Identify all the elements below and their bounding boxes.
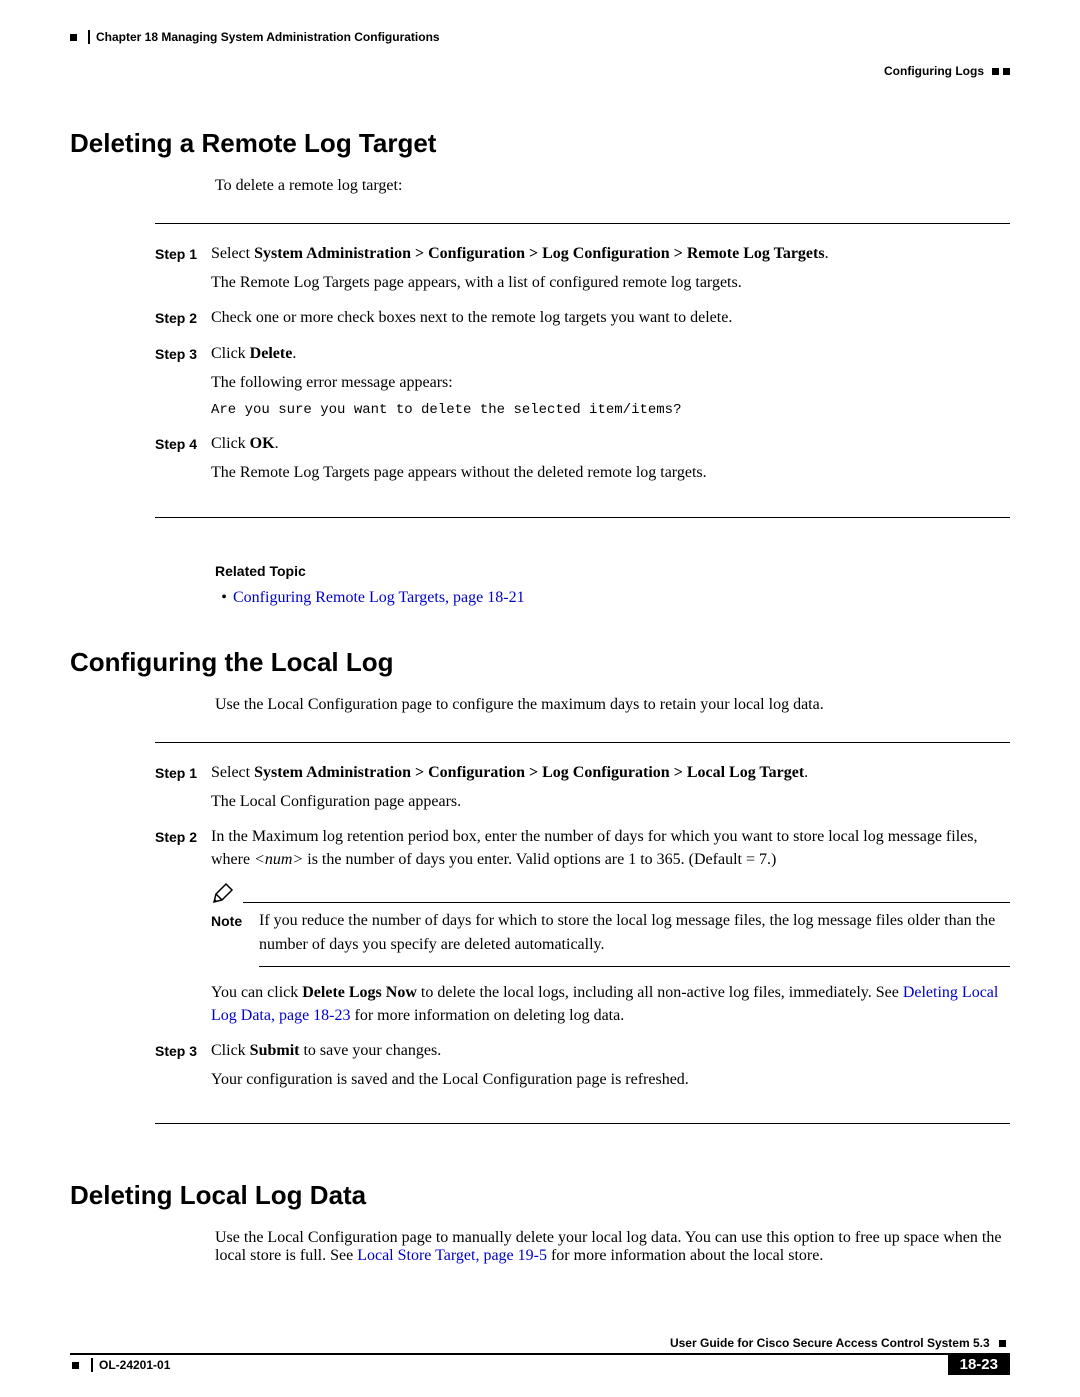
content-area: Deleting a Remote Log Target To delete a… bbox=[70, 128, 1010, 1265]
text: to save your changes. bbox=[299, 1042, 441, 1059]
step-row: Step 2 In the Maximum log retention peri… bbox=[155, 825, 1010, 1033]
divider-icon bbox=[91, 1358, 93, 1372]
square-icon bbox=[70, 34, 77, 41]
step-label: Step 2 bbox=[155, 306, 211, 335]
text: Click bbox=[211, 1042, 250, 1059]
note-pencil-icon bbox=[211, 881, 235, 905]
text: Select bbox=[211, 245, 254, 262]
italic-text: <num> bbox=[254, 851, 303, 868]
bold-text: Delete bbox=[250, 345, 293, 362]
text: Select bbox=[211, 764, 254, 781]
divider-icon bbox=[88, 30, 90, 44]
step-row: Step 1 Select System Administration > Co… bbox=[155, 242, 1010, 300]
nav-path-bold: System Administration > Configuration > … bbox=[254, 764, 804, 781]
doc-number: OL-24201-01 bbox=[99, 1358, 170, 1372]
text: Click bbox=[211, 435, 250, 452]
bullet-list: • Configuring Remote Log Targets, page 1… bbox=[215, 589, 1010, 607]
steps-block: Step 1 Select System Administration > Co… bbox=[155, 742, 1010, 1125]
square-icon bbox=[999, 1340, 1006, 1347]
step-body: Click Submit to save your changes. Your … bbox=[211, 1039, 1010, 1097]
text: Your configuration is saved and the Loca… bbox=[211, 1068, 1010, 1091]
text: The Remote Log Targets page appears with… bbox=[211, 461, 1010, 484]
note-label: Note bbox=[211, 909, 259, 966]
intro-text: To delete a remote log target: bbox=[215, 177, 1010, 195]
step-row: Step 2 Check one or more check boxes nex… bbox=[155, 306, 1010, 335]
text: The following error message appears: bbox=[211, 371, 1010, 394]
step-body: Select System Administration > Configura… bbox=[211, 761, 1010, 819]
text: for more information on deleting log dat… bbox=[351, 1007, 625, 1024]
text: . bbox=[825, 245, 829, 262]
text: The Remote Log Targets page appears, wit… bbox=[211, 271, 1010, 294]
intro-text: Use the Local Configuration page to conf… bbox=[215, 696, 1010, 714]
bold-text: Delete Logs Now bbox=[302, 984, 417, 1001]
note-header bbox=[211, 881, 1010, 905]
step-label: Step 3 bbox=[155, 342, 211, 427]
note-block: Note If you reduce the number of days fo… bbox=[211, 881, 1010, 966]
step-label: Step 1 bbox=[155, 242, 211, 300]
text: Check one or more check boxes next to th… bbox=[211, 306, 1010, 329]
footer-bar: OL-24201-01 18-23 bbox=[70, 1353, 1010, 1375]
bold-text: OK bbox=[250, 435, 275, 452]
step-body: In the Maximum log retention period box,… bbox=[211, 825, 1010, 1033]
note-content: Note If you reduce the number of days fo… bbox=[211, 909, 1010, 966]
note-rule bbox=[243, 901, 1010, 903]
header-left: Chapter 18 Managing System Administratio… bbox=[70, 30, 440, 44]
running-header-right-row: Configuring Logs bbox=[70, 46, 1010, 78]
step-row: Step 4 Click OK. The Remote Log Targets … bbox=[155, 432, 1010, 490]
text: . bbox=[804, 764, 808, 781]
step-body: Select System Administration > Configura… bbox=[211, 242, 1010, 300]
heading-deleting-local-log-data: Deleting Local Log Data bbox=[70, 1180, 1010, 1211]
list-item: • Configuring Remote Log Targets, page 1… bbox=[215, 589, 1010, 607]
square-icon bbox=[72, 1362, 79, 1369]
step-body: Click Delete. The following error messag… bbox=[211, 342, 1010, 427]
step-row: Step 1 Select System Administration > Co… bbox=[155, 761, 1010, 819]
steps-block: Step 1 Select System Administration > Co… bbox=[155, 223, 1010, 518]
step-label: Step 1 bbox=[155, 761, 211, 819]
footer-left: OL-24201-01 bbox=[70, 1353, 948, 1375]
note-text: If you reduce the number of days for whi… bbox=[259, 909, 1010, 966]
text: You can click bbox=[211, 984, 302, 1001]
link-local-store-target[interactable]: Local Store Target, page 19-5 bbox=[357, 1247, 547, 1264]
heading-configuring-local-log: Configuring the Local Log bbox=[70, 647, 1010, 678]
square-icon bbox=[1003, 68, 1010, 75]
running-header: Chapter 18 Managing System Administratio… bbox=[70, 30, 1010, 44]
link-configuring-remote-log-targets[interactable]: Configuring Remote Log Targets, page 18-… bbox=[233, 589, 525, 606]
step-body: Check one or more check boxes next to th… bbox=[211, 306, 1010, 335]
step-body: Click OK. The Remote Log Targets page ap… bbox=[211, 432, 1010, 490]
page-number: 18-23 bbox=[948, 1353, 1010, 1375]
intro-text: Use the Local Configuration page to manu… bbox=[215, 1229, 1010, 1265]
nav-path-bold: System Administration > Configuration > … bbox=[254, 245, 824, 262]
step-label: Step 3 bbox=[155, 1039, 211, 1097]
text: Click bbox=[211, 345, 250, 362]
step-label: Step 2 bbox=[155, 825, 211, 1033]
step-label: Step 4 bbox=[155, 432, 211, 490]
related-topic-block: Related Topic • Configuring Remote Log T… bbox=[215, 563, 1010, 607]
square-icon bbox=[992, 68, 999, 75]
related-topic-title: Related Topic bbox=[215, 563, 1010, 579]
header-right: Configuring Logs bbox=[884, 64, 1010, 78]
text: . bbox=[292, 345, 296, 362]
bullet-icon: • bbox=[215, 589, 233, 607]
footer-guide-title: User Guide for Cisco Secure Access Contr… bbox=[70, 1336, 1010, 1350]
bold-text: Submit bbox=[250, 1042, 300, 1059]
chapter-label: Chapter 18 Managing System Administratio… bbox=[96, 30, 440, 44]
step-row: Step 3 Click Submit to save your changes… bbox=[155, 1039, 1010, 1097]
section-label: Configuring Logs bbox=[884, 64, 984, 78]
text: is the number of days you enter. Valid o… bbox=[303, 851, 776, 868]
text: to delete the local logs, including all … bbox=[417, 984, 903, 1001]
code-text: Are you sure you want to delete the sele… bbox=[211, 400, 1010, 420]
text: The Local Configuration page appears. bbox=[211, 790, 1010, 813]
text: . bbox=[275, 435, 279, 452]
page-container: Chapter 18 Managing System Administratio… bbox=[0, 0, 1080, 1397]
step-row: Step 3 Click Delete. The following error… bbox=[155, 342, 1010, 427]
heading-deleting-remote-log-target: Deleting a Remote Log Target bbox=[70, 128, 1010, 159]
page-footer: User Guide for Cisco Secure Access Contr… bbox=[70, 1336, 1010, 1375]
text: User Guide for Cisco Secure Access Contr… bbox=[670, 1336, 990, 1350]
text: for more information about the local sto… bbox=[547, 1247, 823, 1264]
